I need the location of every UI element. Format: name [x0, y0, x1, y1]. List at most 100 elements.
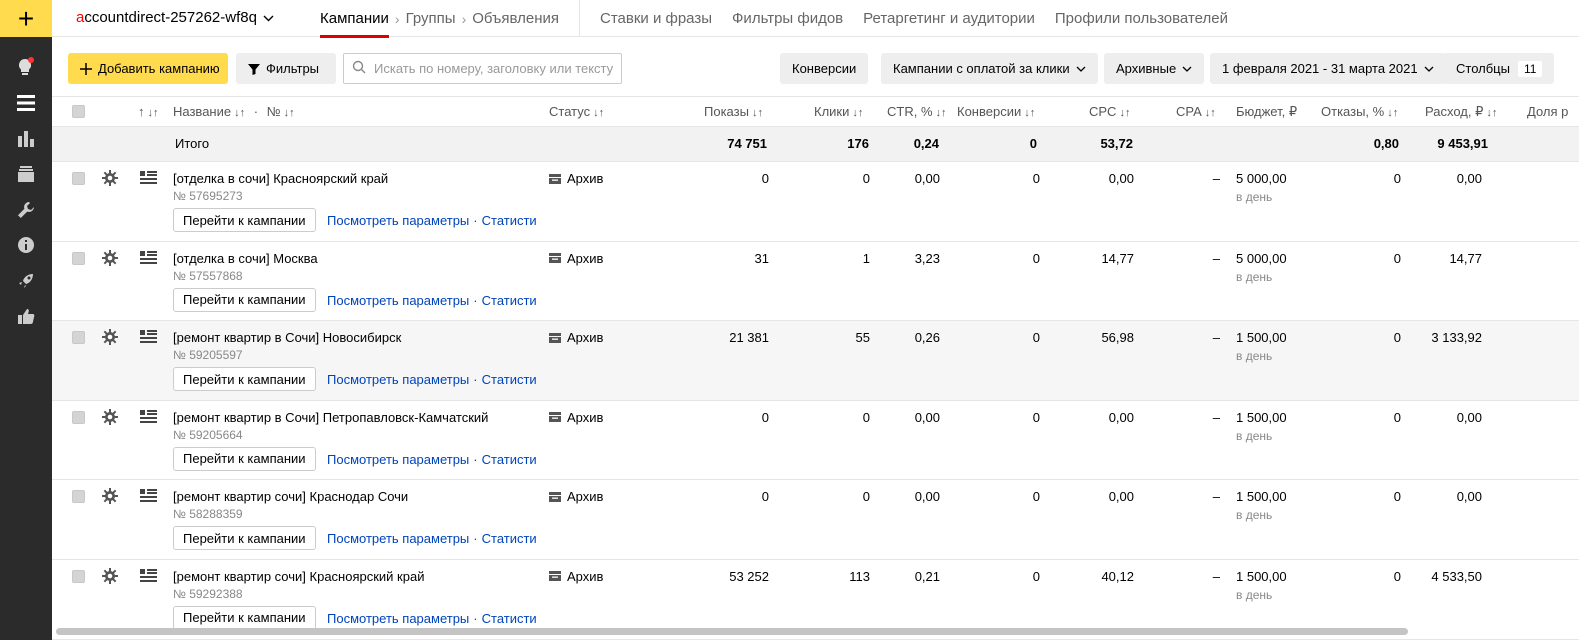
- add-campaign-button[interactable]: Добавить кампанию: [68, 53, 228, 84]
- share-column-header[interactable]: Доля р: [1527, 104, 1568, 119]
- view-params-link[interactable]: Посмотреть параметры: [327, 531, 469, 546]
- go-to-campaign-button[interactable]: Перейти к кампании: [173, 287, 316, 312]
- info-icon[interactable]: [0, 230, 52, 260]
- ads-list-icon[interactable]: [140, 409, 157, 426]
- spend-column-header[interactable]: Расход, ₽ ↓↑: [1425, 104, 1497, 120]
- sort-arrows-icon: ↓↑: [1486, 107, 1498, 119]
- flag-column-header[interactable]: ↑ ↓↑: [138, 104, 159, 119]
- campaign-type-select[interactable]: Кампании с оплатой за клики: [881, 53, 1098, 84]
- row-checkbox[interactable]: [72, 569, 85, 583]
- cpa-value: –: [1212, 330, 1220, 346]
- view-params-link[interactable]: Посмотреть параметры: [327, 611, 469, 626]
- stats-link[interactable]: Статистика: [482, 293, 537, 308]
- ctr-value: 0,21: [914, 568, 940, 584]
- conversions-column-header[interactable]: Конверсии ↓↑: [957, 104, 1035, 119]
- status-cell: Архив: [549, 410, 603, 425]
- tab-campaigns[interactable]: Кампании: [320, 0, 389, 38]
- filters-label: Фильтры: [266, 61, 320, 76]
- tab-user-profiles[interactable]: Профили пользователей: [1055, 0, 1228, 37]
- gear-icon[interactable]: [102, 249, 118, 269]
- gear-icon[interactable]: [102, 567, 118, 587]
- ads-list-icon[interactable]: [140, 171, 157, 187]
- status-header-label: Статус: [549, 104, 591, 119]
- campaign-name[interactable]: [отделка в сочи] Красноярский край: [173, 171, 388, 186]
- add-button[interactable]: +: [0, 0, 52, 37]
- go-to-campaign-button[interactable]: Перейти к кампании: [173, 446, 316, 471]
- search-field[interactable]: [343, 53, 622, 84]
- stats-link[interactable]: Статистика: [482, 531, 537, 546]
- stats-link[interactable]: Статистика: [482, 611, 537, 626]
- rocket-icon[interactable]: [0, 266, 52, 296]
- stats-link[interactable]: Статистика: [482, 452, 537, 467]
- row-checkbox[interactable]: [72, 172, 85, 185]
- date-range-select[interactable]: 1 февраля 2021 - 31 марта 2021: [1210, 53, 1446, 84]
- view-params-link[interactable]: Посмотреть параметры: [327, 213, 469, 228]
- row-links: Посмотреть параметры · Статистика: [327, 531, 537, 546]
- tab-retargeting[interactable]: Ретаргетинг и аудитории: [863, 0, 1035, 37]
- stats-link[interactable]: Статистика: [482, 372, 537, 387]
- shows-value: 31: [754, 250, 769, 266]
- total-cpc: 53,72: [1100, 136, 1133, 151]
- stack-icon[interactable]: [0, 159, 52, 189]
- name-column-header[interactable]: Название ↓↑ · № ↓↑: [173, 104, 295, 119]
- gear-icon[interactable]: [102, 408, 118, 428]
- archived-select[interactable]: Архивные: [1104, 53, 1205, 84]
- wrench-icon[interactable]: [0, 195, 52, 225]
- top-bar: a ccountdirect-257262-wf8q Кампании › Гру…: [52, 0, 1579, 38]
- tab-ads[interactable]: Объявления: [472, 0, 559, 37]
- columns-button[interactable]: Столбцы 11: [1444, 53, 1555, 84]
- campaign-name[interactable]: [ремонт квартир в Сочи] Новосибирск: [173, 330, 401, 345]
- chart-icon[interactable]: [0, 124, 52, 154]
- gear-icon[interactable]: [102, 488, 118, 507]
- go-to-campaign-button[interactable]: Перейти к кампании: [173, 526, 316, 551]
- gear-icon[interactable]: [102, 329, 118, 348]
- row-checkbox[interactable]: [72, 331, 85, 345]
- tab-groups[interactable]: Группы: [406, 0, 456, 37]
- campaign-name[interactable]: [ремонт квартир сочи] Красноярский край: [173, 569, 424, 584]
- lightbulb-icon[interactable]: [0, 52, 52, 82]
- list-icon[interactable]: [0, 88, 52, 118]
- shows-column-header[interactable]: Показы ↓↑: [704, 104, 763, 119]
- go-to-campaign-button[interactable]: Перейти к кампании: [173, 208, 316, 232]
- total-bounce: 0,80: [1373, 136, 1399, 151]
- filters-button[interactable]: Фильтры: [236, 53, 336, 84]
- account-switcher[interactable]: a ccountdirect-257262-wf8q: [76, 9, 274, 26]
- row-checkbox[interactable]: [72, 251, 85, 265]
- tab-bids-phrases[interactable]: Ставки и фразы: [600, 0, 712, 37]
- go-to-campaign-button[interactable]: Перейти к кампании: [173, 605, 316, 630]
- thumbs-up-icon[interactable]: [0, 301, 52, 331]
- campaign-name-cell: [отделка в сочи] Москва № 57557868: [173, 251, 318, 283]
- ads-list-icon[interactable]: [140, 250, 157, 267]
- conversions-button[interactable]: Конверсии: [780, 53, 869, 84]
- ads-list-icon[interactable]: [140, 489, 157, 505]
- stats-link[interactable]: Статистика: [482, 213, 537, 228]
- sort-arrows-icon: ↓↑: [751, 107, 763, 119]
- view-params-link[interactable]: Посмотреть параметры: [327, 452, 469, 467]
- horizontal-scrollbar[interactable]: [56, 628, 1408, 635]
- cpc-column-header[interactable]: CPC ↓↑: [1089, 104, 1130, 119]
- select-all-checkbox[interactable]: [72, 105, 85, 118]
- row-checkbox[interactable]: [72, 410, 85, 424]
- status-cell: Архив: [549, 489, 603, 504]
- go-to-campaign-button[interactable]: Перейти к кампании: [173, 367, 316, 392]
- total-row: Итого 74 751 176 0,24 0 53,72 0,80 9 453…: [52, 126, 1579, 162]
- cpa-value: –: [1212, 250, 1220, 266]
- campaign-name[interactable]: [ремонт квартир в Сочи] Петропавловск-Ка…: [173, 410, 488, 425]
- view-params-link[interactable]: Посмотреть параметры: [327, 372, 469, 387]
- clicks-column-header[interactable]: Клики ↓↑: [814, 104, 863, 119]
- bounce-column-header[interactable]: Отказы, % ↓↑: [1321, 104, 1398, 119]
- ctr-column-header[interactable]: CTR, % ↓↑: [887, 104, 947, 119]
- budget-column-header[interactable]: Бюджет, ₽: [1236, 104, 1297, 120]
- cpa-column-header[interactable]: CPA ↓↑: [1176, 104, 1216, 119]
- tab-feed-filters[interactable]: Фильтры фидов: [732, 0, 843, 37]
- spend-value: 3 133,92: [1431, 330, 1482, 346]
- ads-list-icon[interactable]: [140, 568, 157, 585]
- status-column-header[interactable]: Статус ↓↑: [549, 104, 604, 119]
- gear-icon[interactable]: [102, 170, 118, 189]
- view-params-link[interactable]: Посмотреть параметры: [327, 293, 469, 308]
- campaign-name[interactable]: [отделка в сочи] Москва: [173, 251, 318, 266]
- ads-list-icon[interactable]: [140, 330, 157, 346]
- search-input[interactable]: [374, 61, 614, 76]
- row-checkbox[interactable]: [72, 490, 85, 504]
- campaign-name[interactable]: [ремонт квартир сочи] Краснодар Сочи: [173, 489, 408, 504]
